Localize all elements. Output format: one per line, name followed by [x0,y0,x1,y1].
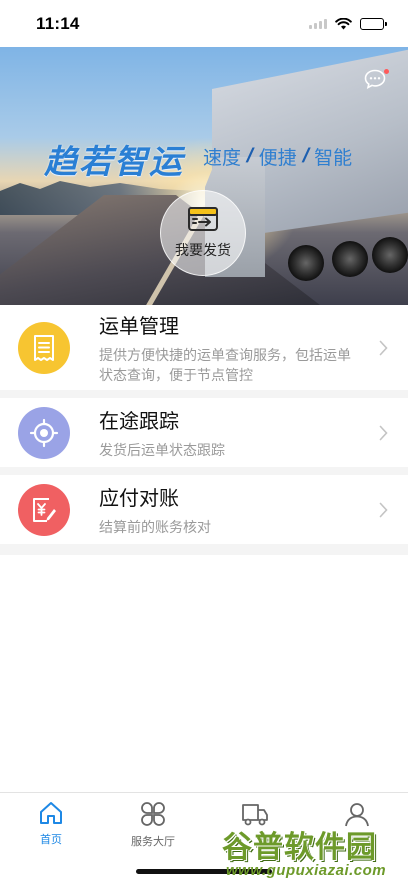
status-bar: 11:14 [0,0,408,47]
ship-goods-button[interactable]: 我要发货 [160,190,246,276]
slogan-separator: / [299,145,312,167]
banner-truck-wheel [372,237,408,273]
yen-invoice-icon [33,497,56,522]
watermark-text: 谷普软件园 [222,830,377,865]
service-icon-bg [18,321,70,374]
receipt-icon [34,334,54,361]
home-icon [40,802,62,824]
message-icon[interactable] [364,69,386,89]
battery-icon [360,17,387,30]
tab-home[interactable]: 首页 [0,793,102,883]
watermark-url: www.gupuxiazai.com [226,862,387,879]
tab-label: 首页 [40,834,62,846]
service-text: 应付对账 结算前的账务核对 [99,482,390,537]
chevron-right-icon [379,340,388,355]
content-area [0,555,408,792]
service-in-transit-tracking[interactable]: 在途跟踪 发货后运单状态跟踪 [0,398,408,467]
service-desc: 提供方便快捷的运单查询服务，包括运单状态查询，便于节点管控 [99,347,351,383]
status-icons [309,17,387,30]
service-title: 运单管理 [99,316,179,338]
watermark: 谷普软件园 www.gupuxiazai.com [222,820,408,883]
banner-truck-wheel [288,245,324,281]
service-icon-bg [18,483,70,536]
service-list: 运单管理 提供方便快捷的运单查询服务，包括运单状态查询，便于节点管控 在途跟踪 … [0,305,408,552]
hero-banner: 趋若智运 速度 / 便捷 / 智能 我要发货 [0,47,408,305]
banner-truck-wheel [332,241,368,277]
grid-icon [141,802,165,826]
ship-goods-label: 我要发货 [175,242,231,258]
chevron-right-icon [379,425,388,440]
service-icon-bg [18,406,70,459]
brand-logo: 趋若智运 [44,142,184,181]
notification-dot [384,69,389,74]
slogan-word: 便捷 [258,148,297,169]
service-desc: 发货后运单状态跟踪 [99,442,225,458]
slogan-separator: / [244,145,256,167]
service-text: 在途跟踪 发货后运单状态跟踪 [99,405,390,460]
slogan-word: 速度 [203,148,242,169]
service-text: 运单管理 提供方便快捷的运单查询服务，包括运单状态查询，便于节点管控 [99,310,390,385]
slogan-word: 智能 [314,148,353,169]
service-payable-reconciliation[interactable]: 应付对账 结算前的账务核对 [0,475,408,544]
wifi-icon [335,17,352,29]
chevron-right-icon [379,502,388,517]
slogan: 速度 / 便捷 / 智能 [203,143,352,170]
shipping-box-icon [188,207,218,231]
service-waybill-management[interactable]: 运单管理 提供方便快捷的运单查询服务，包括运单状态查询，便于节点管控 [0,305,408,390]
location-target-icon [29,418,59,447]
service-title: 应付对账 [99,488,179,510]
list-divider [0,544,408,552]
service-title: 在途跟踪 [99,411,179,433]
tab-label: 服务大厅 [131,836,175,848]
service-desc: 结算前的账务核对 [99,519,211,535]
cellular-signal-icon [309,18,327,29]
status-time: 11:14 [36,13,80,33]
